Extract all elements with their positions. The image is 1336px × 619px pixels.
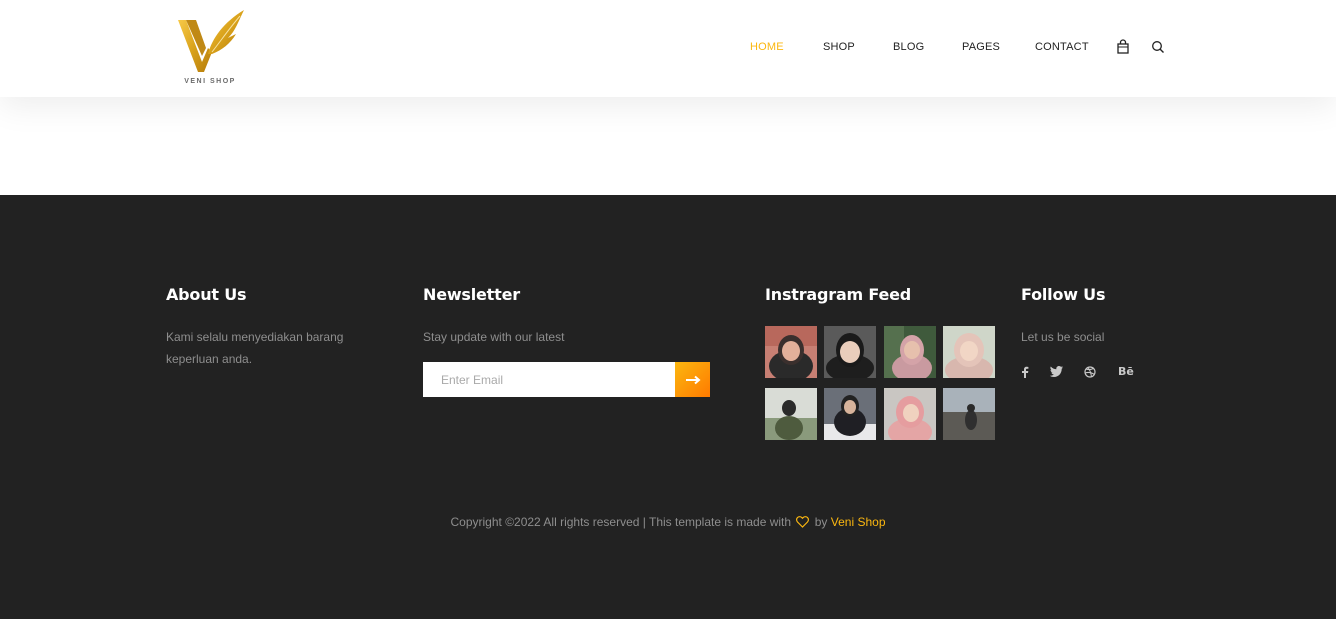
arrow-right-icon: [685, 375, 701, 384]
instagram-photo-5[interactable]: [765, 388, 817, 440]
veni-shop-logo[interactable]: VENI SHOP: [172, 8, 252, 90]
instagram-photo-7[interactable]: [884, 388, 936, 440]
instagram-photo-1[interactable]: [765, 326, 817, 378]
instagram-grid: [765, 326, 997, 440]
behance-icon[interactable]: Bē: [1118, 365, 1134, 378]
email-input[interactable]: [423, 362, 675, 397]
instagram-photo-2[interactable]: [824, 326, 876, 378]
logo-v-mark: [178, 10, 244, 72]
heart-icon: [796, 516, 810, 531]
search-icon[interactable]: [1151, 39, 1167, 55]
about-text-line1: Kami selalu menyediakan barang: [166, 330, 344, 344]
nav-home[interactable]: HOME: [750, 41, 784, 53]
instagram-photo-3[interactable]: [884, 326, 936, 378]
instagram-photo-4[interactable]: [943, 326, 995, 378]
follow-title: Follow Us: [1021, 285, 1106, 304]
about-text-line2: keperluan anda.: [166, 352, 253, 366]
dribbble-icon[interactable]: [1084, 366, 1096, 381]
about-title: About Us: [166, 285, 247, 304]
logo-text: VENI SHOP: [184, 78, 236, 85]
twitter-icon[interactable]: [1049, 366, 1063, 380]
newsletter-submit-button[interactable]: [675, 362, 710, 397]
shopping-bag-icon[interactable]: [1116, 39, 1132, 55]
facebook-icon[interactable]: [1021, 366, 1029, 381]
copyright-prefix: Copyright ©2022 All rights reserved | Th…: [450, 515, 792, 529]
newsletter-title: Newsletter: [423, 285, 520, 304]
follow-text: Let us be social: [1021, 330, 1105, 344]
newsletter-text: Stay update with our latest: [423, 330, 565, 344]
instagram-title: Instragram Feed: [765, 285, 912, 304]
copyright-brand-link[interactable]: Veni Shop: [831, 515, 886, 529]
nav-pages[interactable]: PAGES: [962, 41, 1000, 53]
about-text: Kami selalu menyediakan barang keperluan…: [166, 326, 343, 370]
nav-blog[interactable]: BLOG: [893, 41, 924, 53]
nav-shop[interactable]: SHOP: [823, 41, 855, 53]
site-footer: About Us Kami selalu menyediakan barang …: [0, 195, 1336, 619]
copyright-text: Copyright ©2022 All rights reserved | Th…: [0, 515, 1336, 531]
nav-contact[interactable]: CONTACT: [1035, 41, 1089, 53]
copyright-by: by: [814, 515, 828, 529]
site-header: VENI SHOP HOME SHOP BLOG PAGES CONTACT: [0, 0, 1336, 97]
instagram-photo-6[interactable]: [824, 388, 876, 440]
instagram-photo-8[interactable]: [943, 388, 995, 440]
